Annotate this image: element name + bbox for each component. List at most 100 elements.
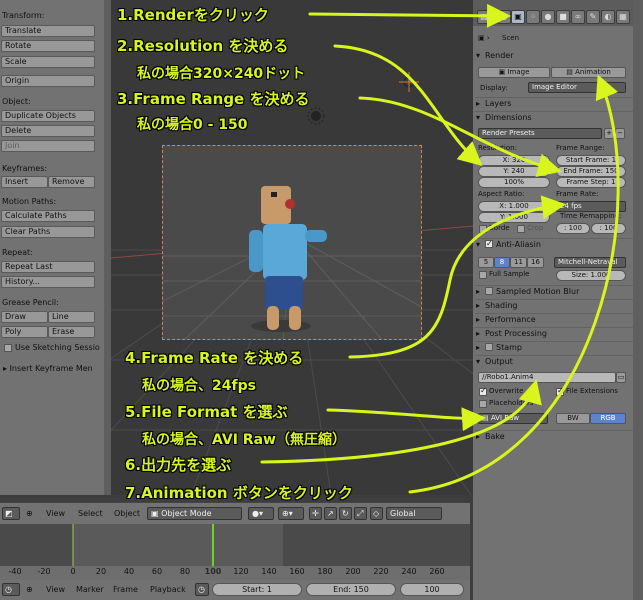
display-dropdown[interactable]: Image Editor: [528, 82, 626, 93]
performance-panel-header[interactable]: ▸ Performance: [476, 314, 632, 326]
object-menu[interactable]: Object: [114, 509, 140, 518]
select-menu[interactable]: Select: [78, 509, 103, 518]
resolution-y-field[interactable]: Y: 240: [478, 166, 550, 177]
render-tab-camera-icon[interactable]: ▣: [511, 10, 525, 24]
rgb-button[interactable]: RGB: [590, 413, 626, 424]
bake-panel-header[interactable]: ▸ Bake: [476, 431, 632, 443]
playback-menu[interactable]: Playback: [150, 585, 186, 594]
view-icon[interactable]: ◉: [497, 10, 511, 24]
scale-button[interactable]: Scale: [1, 56, 95, 68]
join-button[interactable]: Join: [1, 140, 95, 152]
start-frame-field[interactable]: Start Frame: 1: [556, 155, 626, 166]
anti-aliasing-panel-header[interactable]: ▾Anti-Aliasin: [476, 238, 632, 251]
aa-samples-16[interactable]: 16: [527, 257, 544, 268]
object-tab-icon[interactable]: ■: [556, 10, 570, 24]
motion-blur-checkbox[interactable]: [485, 287, 493, 295]
mode-dropdown[interactable]: ▣ Object Mode: [147, 507, 242, 520]
layers-panel-header[interactable]: ▸ Layers: [476, 98, 632, 110]
stamp-panel-header[interactable]: ▸ Stamp: [476, 342, 632, 354]
duplicate-objects-button[interactable]: Duplicate Objects: [1, 110, 95, 122]
rotate-button[interactable]: Rotate: [1, 40, 95, 52]
material-tab-icon[interactable]: ◐: [601, 10, 615, 24]
timeline-end-field[interactable]: End: 150: [306, 583, 396, 596]
render-image-button[interactable]: ▣ Image: [478, 67, 550, 78]
calculate-paths-button[interactable]: Calculate Paths: [1, 210, 95, 222]
rotate-manipulator-icon[interactable]: ↻: [339, 507, 352, 520]
tool-shelf-scrollbar[interactable]: [104, 0, 111, 495]
frame-menu[interactable]: Frame: [113, 585, 138, 594]
file-extensions-checkbox[interactable]: [556, 386, 564, 396]
resolution-x-field[interactable]: X: 320: [478, 155, 550, 166]
transform-orientation-dropdown[interactable]: Global: [386, 507, 442, 520]
clear-paths-button[interactable]: Clear Paths: [1, 226, 95, 238]
draw-button[interactable]: Draw: [1, 311, 48, 323]
timeline-view-menu[interactable]: View: [46, 585, 65, 594]
editor-type-icon[interactable]: ◩: [2, 507, 20, 520]
frame-step-field[interactable]: Frame Step: 1: [556, 177, 626, 188]
constraints-tab-icon[interactable]: ∞: [571, 10, 585, 24]
editor-type-icon[interactable]: ▤: [477, 10, 491, 24]
remove-keyframe-button[interactable]: Remove: [48, 176, 95, 188]
poly-button[interactable]: Poly: [1, 326, 48, 338]
crop-checkbox[interactable]: [517, 225, 525, 233]
post-processing-panel-header[interactable]: ▸ Post Processing: [476, 328, 632, 340]
time-remap-new-field[interactable]: : 100: [591, 223, 626, 234]
insert-keyframe-button[interactable]: Insert: [1, 176, 48, 188]
repeat-last-button[interactable]: Repeat Last: [1, 261, 95, 273]
line-button[interactable]: Line: [48, 311, 95, 323]
plus-icon[interactable]: ⊕: [26, 585, 33, 594]
view-menu[interactable]: View: [46, 509, 65, 518]
render-panel-header[interactable]: ▾ Render: [476, 50, 632, 62]
translate-button[interactable]: Translate: [1, 25, 95, 37]
insert-keyframe-menu-panel[interactable]: ▸ Insert Keyframe Men: [3, 364, 93, 373]
plus-icon[interactable]: ⊕: [26, 509, 33, 518]
frame-rate-dropdown[interactable]: 24 fps: [556, 201, 626, 212]
constraint-icon[interactable]: ◇: [370, 507, 383, 520]
shading-panel-header[interactable]: ▸ Shading: [476, 300, 632, 312]
aspect-x-field[interactable]: X: 1.000: [478, 201, 550, 212]
time-remap-old-field[interactable]: : 100: [556, 223, 590, 234]
marker-menu[interactable]: Marker: [76, 585, 104, 594]
render-presets-dropdown[interactable]: Render Presets: [478, 128, 602, 139]
origin-button[interactable]: Origin: [1, 75, 95, 87]
translate-manipulator-icon[interactable]: ↗: [324, 507, 337, 520]
aa-samples-11[interactable]: 11: [510, 257, 527, 268]
full-sample-checkbox[interactable]: [479, 271, 487, 279]
render-animation-button[interactable]: ▤ Animation: [551, 67, 626, 78]
history-button[interactable]: History...: [1, 276, 95, 288]
anti-aliasing-checkbox[interactable]: [485, 238, 493, 250]
overwrite-checkbox[interactable]: [479, 386, 487, 396]
aa-samples-8[interactable]: 8: [494, 257, 510, 268]
manipulator-icon[interactable]: ✛: [309, 507, 322, 520]
remove-preset-button[interactable]: −: [615, 128, 625, 139]
aspect-y-field[interactable]: Y: 1.000: [478, 212, 550, 223]
sampled-motion-blur-panel-header[interactable]: ▸ Sampled Motion Blur: [476, 286, 632, 298]
aa-samples-5[interactable]: 5: [478, 257, 494, 268]
delete-button[interactable]: Delete: [1, 125, 95, 137]
use-sketching-session-checkbox[interactable]: [4, 344, 12, 352]
shading-dropdown[interactable]: ●▾: [248, 507, 274, 520]
add-preset-button[interactable]: +: [604, 128, 614, 139]
modifiers-tab-icon[interactable]: ✎: [586, 10, 600, 24]
output-panel-header[interactable]: ▾ Output: [476, 356, 632, 368]
scene-tab-icon[interactable]: ⁘: [526, 10, 540, 24]
current-frame-field[interactable]: 100: [400, 583, 464, 596]
placeholders-checkbox[interactable]: [479, 400, 487, 408]
pivot-dropdown[interactable]: ⊕▾: [278, 507, 304, 520]
properties-scrollbar[interactable]: [633, 0, 643, 600]
folder-icon[interactable]: ▭: [616, 372, 626, 383]
bw-button[interactable]: BW: [556, 413, 590, 424]
dimensions-panel-header[interactable]: ▾ Dimensions: [476, 112, 632, 124]
scale-manipulator-icon[interactable]: ⤢: [354, 507, 367, 520]
stamp-checkbox[interactable]: [485, 343, 493, 351]
preview-range-icon[interactable]: ◷: [195, 583, 209, 596]
output-path-field[interactable]: //Robo1.Anim4: [478, 372, 616, 383]
end-frame-field[interactable]: End Frame: 150: [556, 166, 626, 177]
world-tab-icon[interactable]: ●: [541, 10, 555, 24]
resolution-percent-field[interactable]: 100%: [478, 177, 550, 188]
border-checkbox[interactable]: [479, 225, 487, 233]
timeline-start-field[interactable]: Start: 1: [212, 583, 302, 596]
editor-type-icon[interactable]: ◷: [2, 583, 20, 596]
aa-size-field[interactable]: Size: 1.000: [556, 270, 626, 281]
aa-filter-dropdown[interactable]: Mitchell-Netraval: [554, 257, 626, 268]
